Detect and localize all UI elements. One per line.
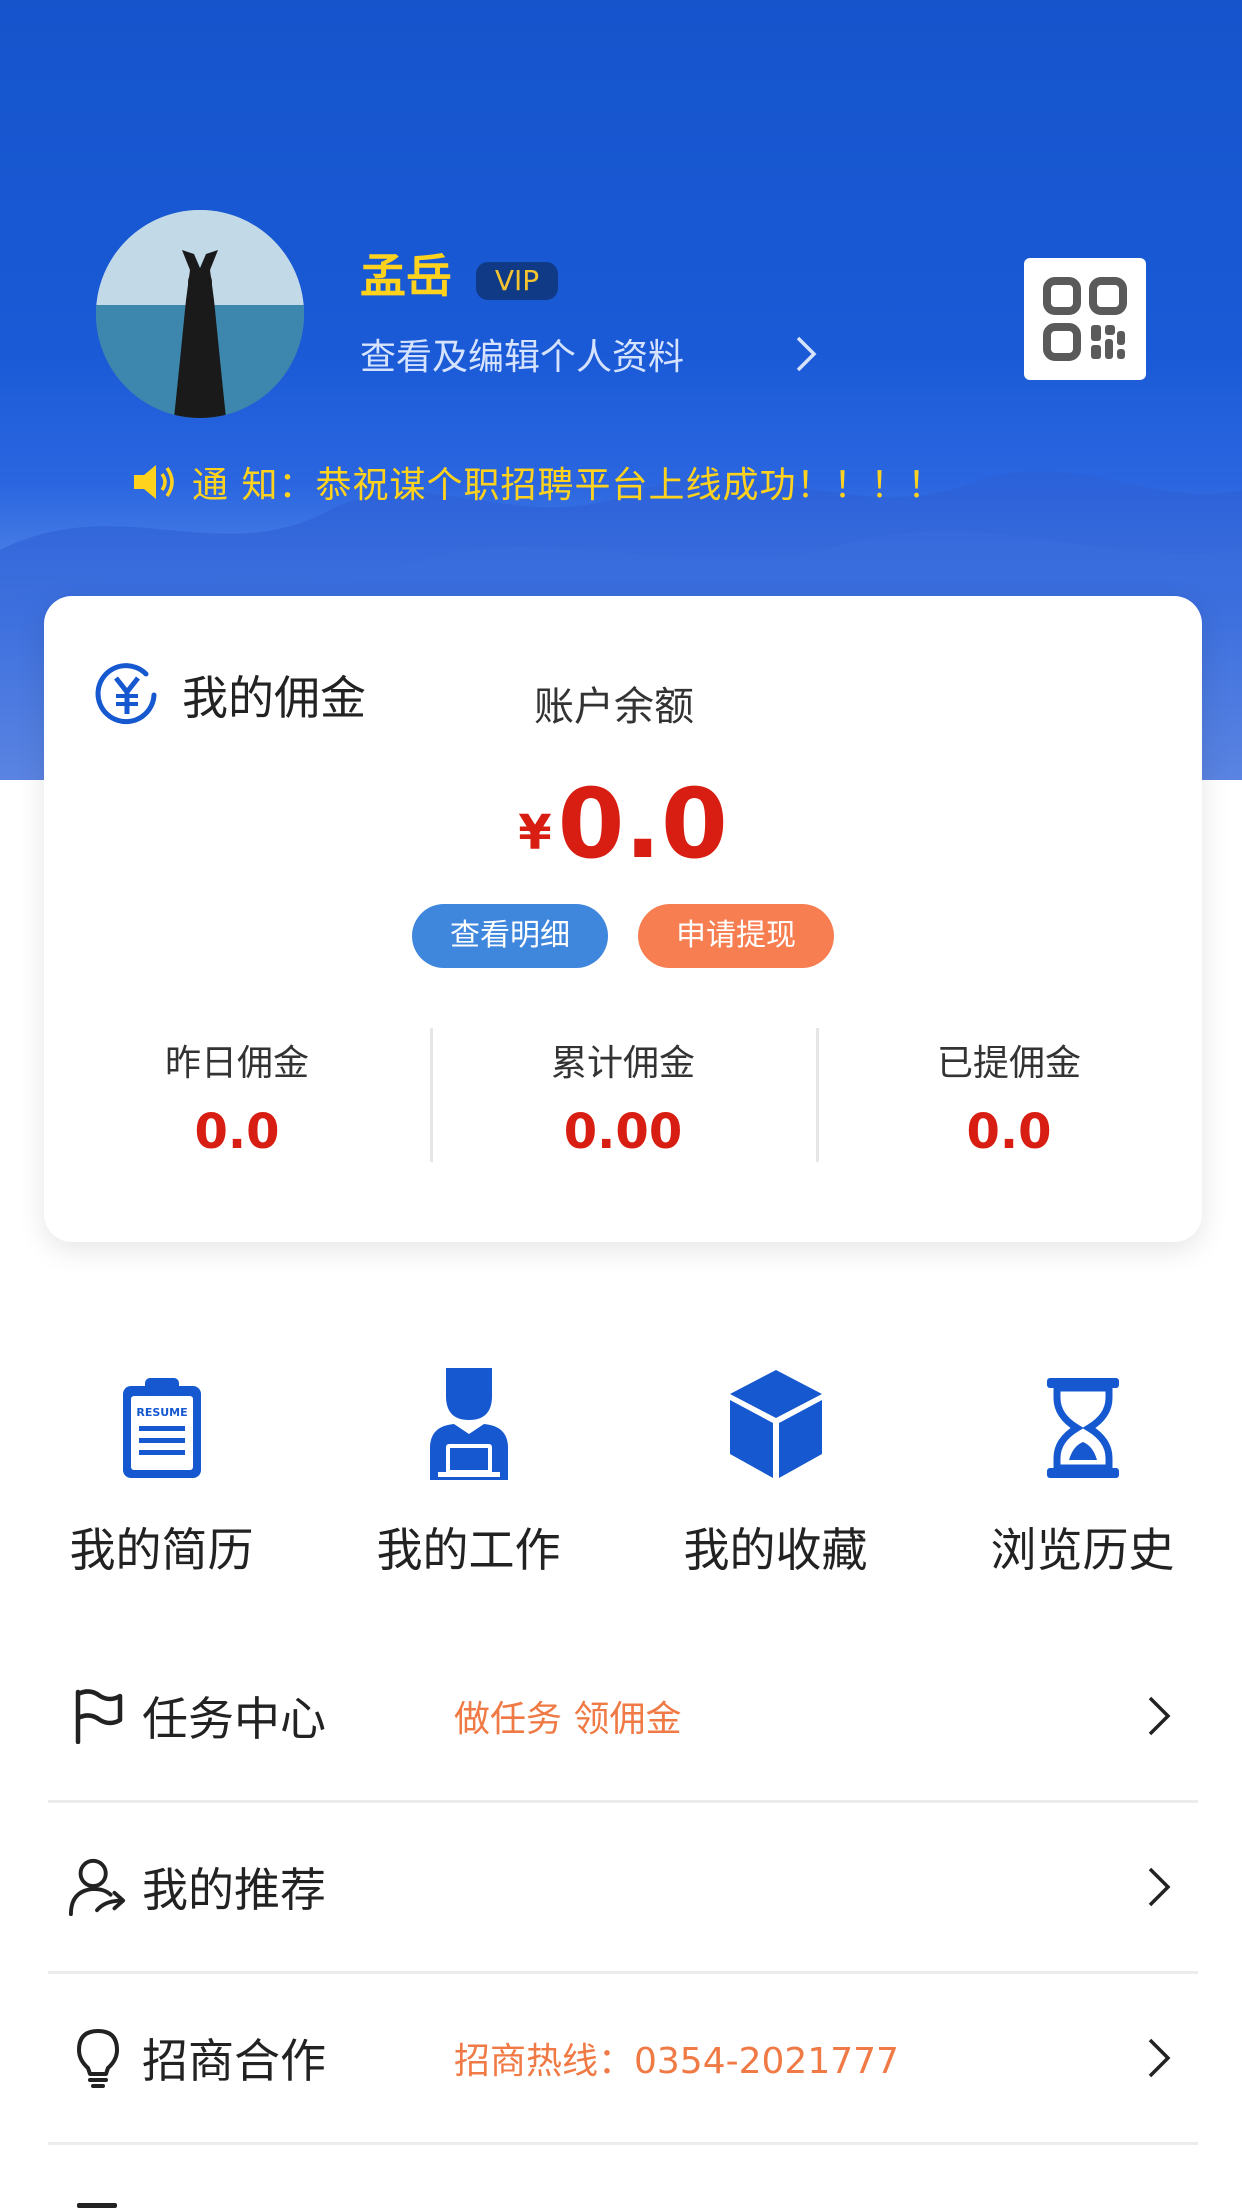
edit-profile-label: 查看及编辑个人资料: [360, 337, 685, 378]
avatar[interactable]: [96, 210, 304, 418]
menu-item-referrals[interactable]: 我的推荐: [48, 1803, 1198, 1974]
stat-label: 昨日佣金: [164, 1043, 309, 1084]
menu-item-subtitle: 做任务 领佣金: [454, 1699, 682, 1740]
stat-value: 0.0: [194, 1104, 280, 1160]
chevron-right-icon: [1148, 2038, 1171, 2078]
withdraw-button[interactable]: 申请提现: [638, 904, 834, 968]
menu-item-label: 招商合作: [142, 2034, 326, 2088]
currency-symbol: ¥: [518, 805, 552, 861]
stat-label: 已提佣金: [936, 1043, 1081, 1084]
quick-link-label: 我的收藏: [683, 1523, 868, 1577]
quick-link-resume[interactable]: RESUME 我的简历: [8, 1350, 315, 1580]
quick-link-history[interactable]: 浏览历史: [929, 1350, 1236, 1580]
quick-link-label: 我的简历: [69, 1523, 254, 1577]
stat-withdrawn: 已提佣金 0.0: [816, 1028, 1202, 1168]
menu-item-label: 我的推荐: [142, 1863, 326, 1917]
user-name: 孟岳: [360, 249, 452, 303]
menu-item-partial[interactable]: [48, 2145, 1198, 2208]
stat-value: 0.00: [563, 1104, 683, 1160]
flag-icon: [75, 1689, 123, 1744]
balance-amount: ¥0.0: [44, 768, 1202, 880]
commission-header: 我的佣金: [94, 662, 366, 728]
chevron-right-icon: [796, 336, 817, 372]
stat-total: 累计佣金 0.00: [430, 1028, 816, 1168]
qr-code-icon: [1043, 277, 1127, 361]
profile-page: 孟岳 VIP 查看及编辑个人资料 通 知：恭祝谋个职招聘平台上线成功！！！！ 我…: [0, 0, 1242, 2208]
quick-links: RESUME 我的简历 我的工作 我的收藏 浏览历史: [0, 1350, 1242, 1580]
stat-label: 累计佣金: [550, 1043, 695, 1084]
commission-stats: 昨日佣金 0.0 累计佣金 0.00 已提佣金 0.0: [44, 1028, 1202, 1168]
menu-item-task-center[interactable]: 任务中心 做任务 领佣金: [48, 1632, 1198, 1803]
menu-item-partnership[interactable]: 招商合作 招商热线：0354-2021777: [48, 1974, 1198, 2145]
vip-badge: VIP: [476, 262, 558, 300]
notice-bar[interactable]: 通 知：恭祝谋个职招聘平台上线成功！！！！: [132, 454, 944, 510]
edit-profile-link[interactable]: 查看及编辑个人资料: [360, 328, 820, 380]
menu-item-subtitle: 招商热线：0354-2021777: [454, 2041, 899, 2082]
commission-title: 我的佣金: [182, 671, 366, 725]
quick-link-work[interactable]: 我的工作: [315, 1350, 622, 1580]
speaker-icon: [134, 465, 174, 499]
resume-icon: RESUME: [122, 1378, 201, 1478]
menu-icon: [77, 2202, 117, 2208]
menu-list: 任务中心 做任务 领佣金 我的推荐 招商合作 招商热线：0354-2021777: [48, 1632, 1198, 2208]
cube-icon: [729, 1370, 822, 1478]
quick-link-label: 我的工作: [376, 1523, 561, 1577]
quick-link-label: 浏览历史: [990, 1523, 1175, 1577]
quick-link-favorites[interactable]: 我的收藏: [622, 1350, 929, 1580]
commission-card: 我的佣金 账户余额 ¥0.0 查看明细 申请提现 昨日佣金 0.0 累计佣金 0…: [44, 596, 1202, 1242]
stat-value: 0.0: [966, 1104, 1052, 1160]
worker-icon: [429, 1368, 508, 1480]
lightbulb-icon: [77, 2029, 119, 2088]
qr-code-button[interactable]: [1024, 258, 1146, 380]
view-details-button[interactable]: 查看明细: [412, 904, 608, 968]
hourglass-icon: [1046, 1378, 1119, 1478]
resume-icon-text: RESUME: [136, 1406, 187, 1419]
balance-value: 0.0: [557, 768, 728, 880]
balance-label: 账户余额: [534, 684, 694, 730]
chevron-right-icon: [1148, 1867, 1171, 1907]
yen-circle-icon: [95, 663, 157, 725]
user-share-icon: [68, 1858, 126, 1917]
chevron-right-icon: [1148, 1696, 1171, 1736]
notice-text: 通 知：恭祝谋个职招聘平台上线成功！！！！: [192, 465, 945, 506]
stat-yesterday: 昨日佣金 0.0: [44, 1028, 430, 1168]
menu-item-label: 任务中心: [142, 1692, 326, 1746]
